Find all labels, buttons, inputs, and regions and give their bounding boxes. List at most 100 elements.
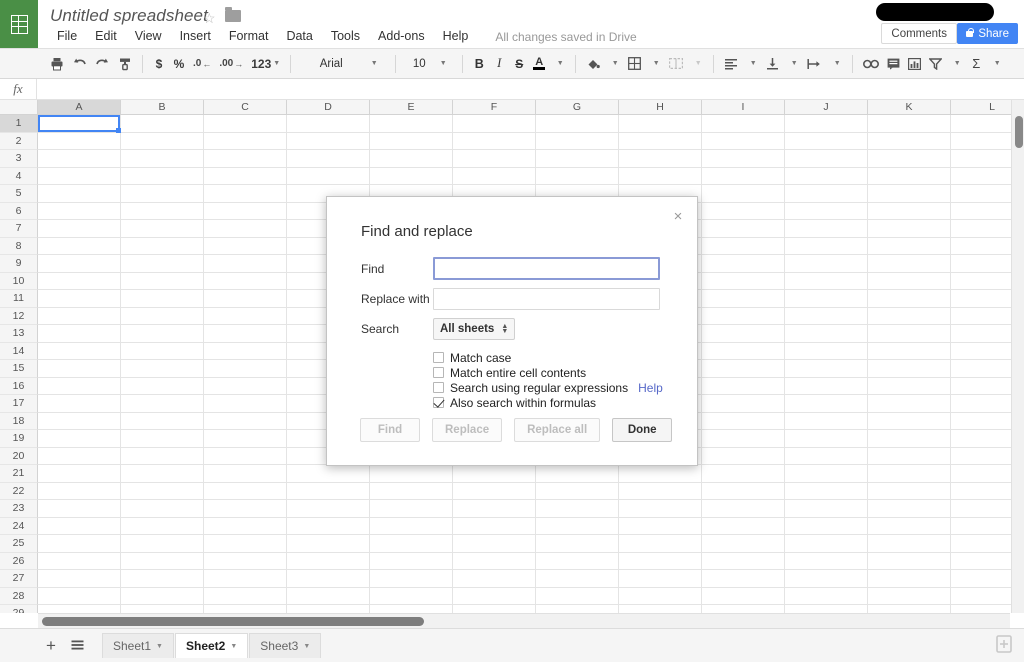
percent-format-button[interactable]: %: [169, 53, 189, 75]
explore-icon[interactable]: [994, 634, 1016, 656]
cell-I11[interactable]: [702, 290, 785, 308]
cell-E21[interactable]: [370, 465, 453, 483]
cell-A8[interactable]: [38, 237, 121, 255]
undo-icon[interactable]: [68, 53, 91, 75]
cell-E22[interactable]: [370, 482, 453, 500]
cell-C14[interactable]: [204, 342, 287, 360]
folder-icon[interactable]: [225, 7, 241, 22]
cell-I19[interactable]: [702, 430, 785, 448]
font-size-select[interactable]: 10: [402, 53, 432, 75]
cell-A3[interactable]: [38, 150, 121, 168]
cell-I18[interactable]: [702, 412, 785, 430]
cell-A4[interactable]: [38, 167, 121, 185]
cell-I5[interactable]: [702, 185, 785, 203]
row-header-12[interactable]: 12: [0, 307, 38, 325]
cell-C22[interactable]: [204, 482, 287, 500]
cell-J22[interactable]: [785, 482, 868, 500]
cell-I1[interactable]: [702, 115, 785, 133]
cell-B6[interactable]: [121, 202, 204, 220]
cell-C3[interactable]: [204, 150, 287, 168]
cell-B9[interactable]: [121, 255, 204, 273]
cell-B24[interactable]: [121, 517, 204, 535]
cell-F25[interactable]: [453, 535, 536, 553]
cell-H27[interactable]: [619, 570, 702, 588]
column-header-G[interactable]: G: [536, 100, 619, 115]
cell-E28[interactable]: [370, 587, 453, 605]
cell-C29[interactable]: [204, 605, 287, 613]
cell-K28[interactable]: [868, 587, 951, 605]
add-sheet-icon[interactable]: +: [38, 633, 64, 659]
cell-G22[interactable]: [536, 482, 619, 500]
cell-J26[interactable]: [785, 552, 868, 570]
cell-C28[interactable]: [204, 587, 287, 605]
cell-K15[interactable]: [868, 360, 951, 378]
formula-input[interactable]: [37, 79, 1024, 100]
all-sheets-icon[interactable]: [64, 633, 90, 659]
cell-A19[interactable]: [38, 430, 121, 448]
cell-I23[interactable]: [702, 500, 785, 518]
cell-H1[interactable]: [619, 115, 702, 133]
fill-color-icon[interactable]: [582, 53, 604, 75]
row-header-22[interactable]: 22: [0, 482, 38, 500]
cell-K29[interactable]: [868, 605, 951, 613]
cell-A28[interactable]: [38, 587, 121, 605]
column-header-D[interactable]: D: [287, 100, 370, 115]
cell-D25[interactable]: [287, 535, 370, 553]
cell-J7[interactable]: [785, 220, 868, 238]
row-header-11[interactable]: 11: [0, 290, 38, 308]
cell-F27[interactable]: [453, 570, 536, 588]
cell-D28[interactable]: [287, 587, 370, 605]
row-header-9[interactable]: 9: [0, 255, 38, 273]
cell-A27[interactable]: [38, 570, 121, 588]
font-family-select[interactable]: Arial: [297, 53, 363, 75]
row-header-2[interactable]: 2: [0, 132, 38, 150]
cell-D2[interactable]: [287, 132, 370, 150]
cell-G1[interactable]: [536, 115, 619, 133]
number-format-button[interactable]: 123 ▼: [247, 53, 284, 75]
merge-cells-caret-icon[interactable]: ▼: [687, 53, 707, 75]
cell-I13[interactable]: [702, 325, 785, 343]
cell-I3[interactable]: [702, 150, 785, 168]
cell-D21[interactable]: [287, 465, 370, 483]
horizontal-align-caret-icon[interactable]: ▼: [742, 53, 762, 75]
row-header-18[interactable]: 18: [0, 412, 38, 430]
cell-K6[interactable]: [868, 202, 951, 220]
cell-E29[interactable]: [370, 605, 453, 613]
cell-B12[interactable]: [121, 307, 204, 325]
cell-H28[interactable]: [619, 587, 702, 605]
cell-K13[interactable]: [868, 325, 951, 343]
cell-E2[interactable]: [370, 132, 453, 150]
font-family-caret-icon[interactable]: ▼: [363, 53, 383, 75]
row-header-29[interactable]: 29: [0, 605, 38, 613]
borders-caret-icon[interactable]: ▼: [645, 53, 665, 75]
cell-I2[interactable]: [702, 132, 785, 150]
column-header-K[interactable]: K: [868, 100, 951, 115]
cell-A7[interactable]: [38, 220, 121, 238]
find-button[interactable]: Find: [360, 418, 420, 442]
cell-H21[interactable]: [619, 465, 702, 483]
row-header-16[interactable]: 16: [0, 377, 38, 395]
cell-B23[interactable]: [121, 500, 204, 518]
row-header-26[interactable]: 26: [0, 552, 38, 570]
cell-J12[interactable]: [785, 307, 868, 325]
row-header-25[interactable]: 25: [0, 535, 38, 553]
cell-B8[interactable]: [121, 237, 204, 255]
cell-J6[interactable]: [785, 202, 868, 220]
cell-H24[interactable]: [619, 517, 702, 535]
cell-B4[interactable]: [121, 167, 204, 185]
cell-F28[interactable]: [453, 587, 536, 605]
cell-C25[interactable]: [204, 535, 287, 553]
cell-D26[interactable]: [287, 552, 370, 570]
cell-K24[interactable]: [868, 517, 951, 535]
row-header-6[interactable]: 6: [0, 202, 38, 220]
cell-H23[interactable]: [619, 500, 702, 518]
cell-K3[interactable]: [868, 150, 951, 168]
cell-A21[interactable]: [38, 465, 121, 483]
cell-F1[interactable]: [453, 115, 536, 133]
done-button[interactable]: Done: [612, 418, 673, 442]
cell-C4[interactable]: [204, 167, 287, 185]
increase-decimal-button[interactable]: .00 →: [215, 53, 247, 75]
cell-C18[interactable]: [204, 412, 287, 430]
cell-H26[interactable]: [619, 552, 702, 570]
redo-icon[interactable]: [91, 53, 114, 75]
